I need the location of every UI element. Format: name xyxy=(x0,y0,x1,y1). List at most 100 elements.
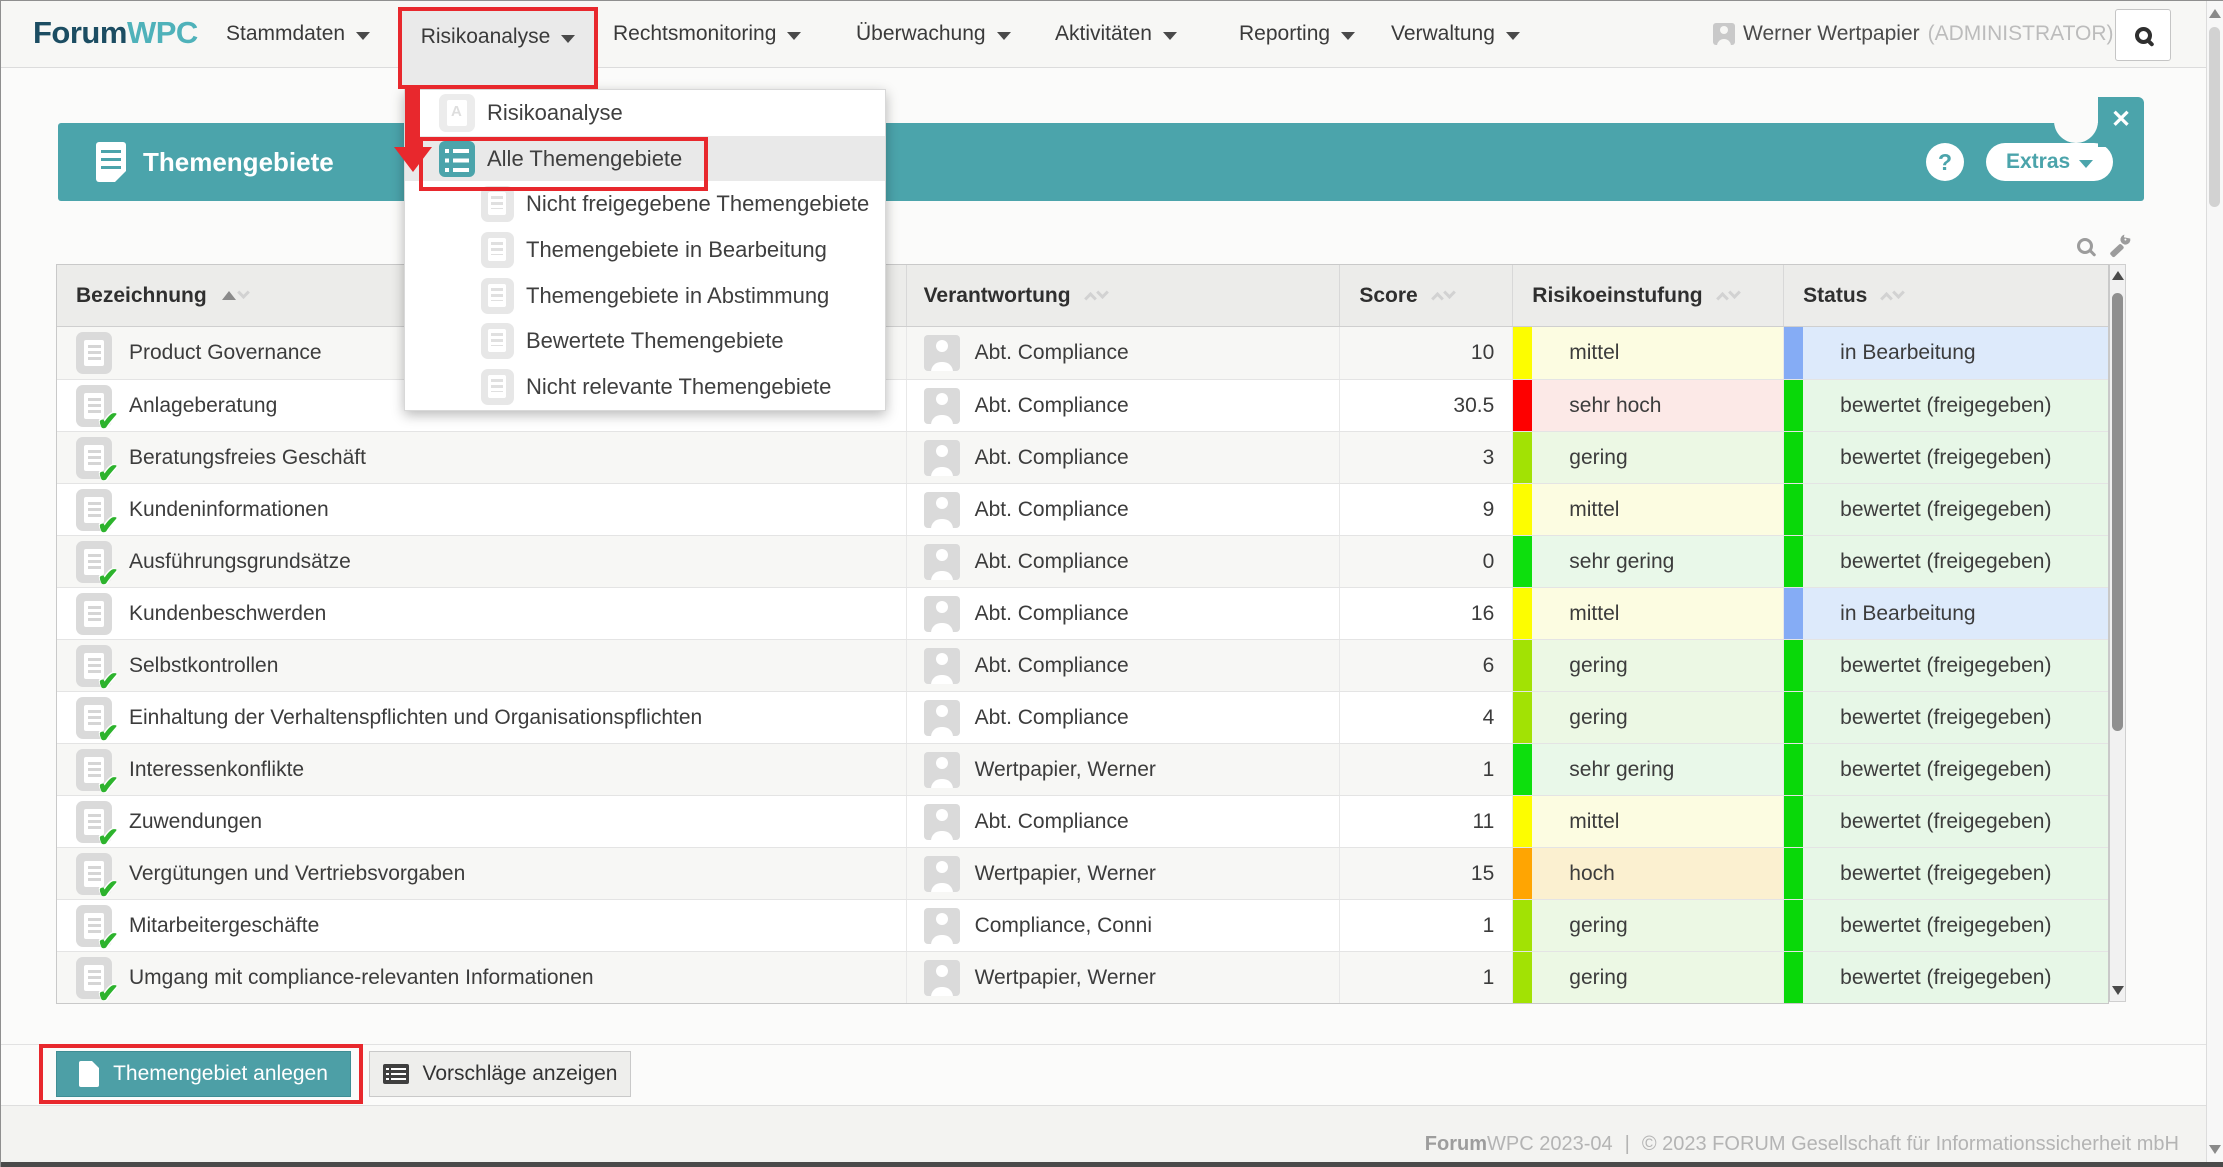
footer-brand-bold: Forum xyxy=(1425,1133,1487,1155)
user-menu[interactable]: Werner Wertpapier (ADMINISTRATOR) xyxy=(1713,1,2147,67)
nav-item-risikoanalyse-active[interactable]: Risikoanalyse xyxy=(398,7,598,89)
responsible-name: Wertpapier, Werner xyxy=(975,862,1156,886)
nav-item-aktivitaeten[interactable]: Aktivitäten xyxy=(1055,1,1177,67)
status-label: bewertet (freigegeben) xyxy=(1840,810,2051,834)
nav-item-reporting[interactable]: Reporting xyxy=(1239,1,1355,67)
status-label: bewertet (freigegeben) xyxy=(1840,914,2051,938)
nav-item-verwaltung[interactable]: Verwaltung xyxy=(1391,1,1520,67)
status-label: bewertet (freigegeben) xyxy=(1840,550,2051,574)
sort-asc-active-icon xyxy=(222,291,236,300)
table-row[interactable]: KundenbeschwerdenAbt. Compliance16mittel… xyxy=(57,587,2108,639)
risk-analysis-icon xyxy=(439,94,475,132)
table-row[interactable]: Product GovernanceAbt. Compliance10mitte… xyxy=(57,327,2108,379)
status-cell: bewertet (freigegeben) xyxy=(1783,900,2108,951)
menu-item-in-abstimmung[interactable]: Themengebiete in Abstimmung xyxy=(405,273,885,319)
risk-color-bar xyxy=(1513,536,1532,587)
risk-label: hoch xyxy=(1569,862,1615,886)
sort-asc-icon xyxy=(1431,292,1444,305)
menu-item-nicht-relevante[interactable]: Nicht relevante Themengebiete xyxy=(405,364,885,410)
nav-item-stammdaten[interactable]: Stammdaten xyxy=(226,1,370,67)
approved-check-icon: ✔ xyxy=(97,458,119,489)
table-row[interactable]: ✔ZuwendungenAbt. Compliance11mittelbewer… xyxy=(57,795,2108,847)
score-cell: 1 xyxy=(1339,952,1512,1003)
status-color-bar xyxy=(1784,848,1803,899)
risk-color-bar xyxy=(1513,588,1532,639)
menu-item-nicht-freigegebene[interactable]: Nicht freigegebene Themengebiete xyxy=(405,181,885,227)
show-suggestions-label: Vorschläge anzeigen xyxy=(423,1062,618,1086)
risk-rating-cell: gering xyxy=(1512,900,1783,951)
scroll-up-icon[interactable] xyxy=(2112,271,2124,280)
table-row[interactable]: ✔Umgang mit compliance-relevanten Inform… xyxy=(57,951,2108,1003)
table-row[interactable]: ✔Beratungsfreies GeschäftAbt. Compliance… xyxy=(57,431,2108,483)
table-row[interactable]: ✔AnlageberatungAbt. Compliance30.5sehr h… xyxy=(57,379,2108,431)
create-topic-button[interactable]: Themengebiet anlegen xyxy=(56,1051,351,1097)
table-search-icon[interactable] xyxy=(2077,238,2093,254)
menu-item-bewertete[interactable]: Bewertete Themengebiete xyxy=(405,318,885,364)
column-header-status[interactable]: Status xyxy=(1783,265,2108,326)
topic-cell: ✔Interessenkonflikte xyxy=(57,744,906,795)
menu-item-alle-themengebiete[interactable]: Alle Themengebiete xyxy=(405,136,885,182)
help-button[interactable]: ? xyxy=(1926,143,1964,181)
responsible-name: Abt. Compliance xyxy=(975,602,1129,626)
nav-item-rechtsmonitoring[interactable]: Rechtsmonitoring xyxy=(613,1,801,67)
logo-part-2: WPC xyxy=(127,15,198,50)
global-search-button[interactable] xyxy=(2115,9,2171,61)
table-row[interactable]: ✔Vergütungen und VertriebsvorgabenWertpa… xyxy=(57,847,2108,899)
status-color-bar xyxy=(1784,692,1803,743)
table-row[interactable]: ✔KundeninformationenAbt. Compliance9mitt… xyxy=(57,483,2108,535)
risk-color-bar xyxy=(1513,432,1532,483)
table-row[interactable]: ✔AusführungsgrundsätzeAbt. Compliance0se… xyxy=(57,535,2108,587)
menu-item-risikoanalyse[interactable]: Risikoanalyse xyxy=(405,90,885,136)
scroll-up-icon[interactable] xyxy=(2209,9,2221,18)
risikoanalyse-dropdown-menu: Risikoanalyse Alle Themengebiete Nicht f… xyxy=(404,89,886,411)
column-header-verantwortung[interactable]: Verantwortung xyxy=(906,265,1340,326)
scrollbar-thumb[interactable] xyxy=(2112,293,2123,731)
status-cell: bewertet (freigegeben) xyxy=(1783,952,2108,1003)
show-suggestions-button[interactable]: Vorschläge anzeigen xyxy=(369,1051,631,1097)
status-color-bar xyxy=(1784,536,1803,587)
table-settings-wrench-icon[interactable] xyxy=(2107,231,2138,262)
risk-label: sehr hoch xyxy=(1569,394,1661,418)
status-cell: bewertet (freigegeben) xyxy=(1783,432,2108,483)
risk-label: gering xyxy=(1569,706,1627,730)
risk-rating-cell: gering xyxy=(1512,952,1783,1003)
menu-label: Themengebiete in Bearbeitung xyxy=(526,237,827,263)
approved-check-icon: ✔ xyxy=(97,718,119,749)
document-icon: ✔ xyxy=(76,489,112,531)
scroll-down-icon[interactable] xyxy=(2209,1145,2221,1154)
create-topic-label: Themengebiet anlegen xyxy=(113,1062,328,1086)
table-row[interactable]: ✔SelbstkontrollenAbt. Compliance6geringb… xyxy=(57,639,2108,691)
person-icon xyxy=(924,492,960,528)
person-icon xyxy=(924,544,960,580)
column-label: Status xyxy=(1803,284,1867,308)
topic-cell: ✔Zuwendungen xyxy=(57,796,906,847)
topics-table: Bezeichnung Verantwortung Score Risikoei… xyxy=(56,264,2109,1004)
column-header-score[interactable]: Score xyxy=(1339,265,1512,326)
status-label: bewertet (freigegeben) xyxy=(1840,498,2051,522)
risk-color-bar xyxy=(1513,952,1532,1003)
column-header-risikoeinstufung[interactable]: Risikoeinstufung xyxy=(1512,265,1783,326)
app-logo[interactable]: ForumWPC xyxy=(33,15,198,51)
nav-item-ueberwachung[interactable]: Überwachung xyxy=(856,1,1011,67)
approved-check-icon: ✔ xyxy=(97,770,119,801)
document-icon xyxy=(481,186,514,222)
scroll-down-icon[interactable] xyxy=(2112,986,2124,995)
status-label: bewertet (freigegeben) xyxy=(1840,654,2051,678)
scrollbar-thumb[interactable] xyxy=(2209,27,2220,207)
user-name: Werner Wertpapier xyxy=(1743,22,1920,46)
table-row[interactable]: ✔Einhaltung der Verhaltenspflichten und … xyxy=(57,691,2108,743)
table-scrollbar[interactable] xyxy=(2109,264,2126,1002)
table-row[interactable]: ✔MitarbeitergeschäfteCompliance, Conni1g… xyxy=(57,899,2108,951)
risk-rating-cell: mittel xyxy=(1512,484,1783,535)
menu-label: Alle Themengebiete xyxy=(487,146,682,172)
table-row[interactable]: ✔InteressenkonflikteWertpapier, Werner1s… xyxy=(57,743,2108,795)
page-title: Themengebiete xyxy=(143,147,334,178)
topic-cell: ✔Kundeninformationen xyxy=(57,484,906,535)
page-scrollbar[interactable] xyxy=(2206,1,2223,1162)
close-panel-button[interactable]: ✕ xyxy=(2098,97,2144,147)
menu-item-in-bearbeitung[interactable]: Themengebiete in Bearbeitung xyxy=(405,227,885,273)
responsible-name: Wertpapier, Werner xyxy=(975,966,1156,990)
chevron-down-icon xyxy=(1506,32,1520,40)
responsible-name: Abt. Compliance xyxy=(975,394,1129,418)
extras-button[interactable]: Extras xyxy=(1986,143,2113,181)
